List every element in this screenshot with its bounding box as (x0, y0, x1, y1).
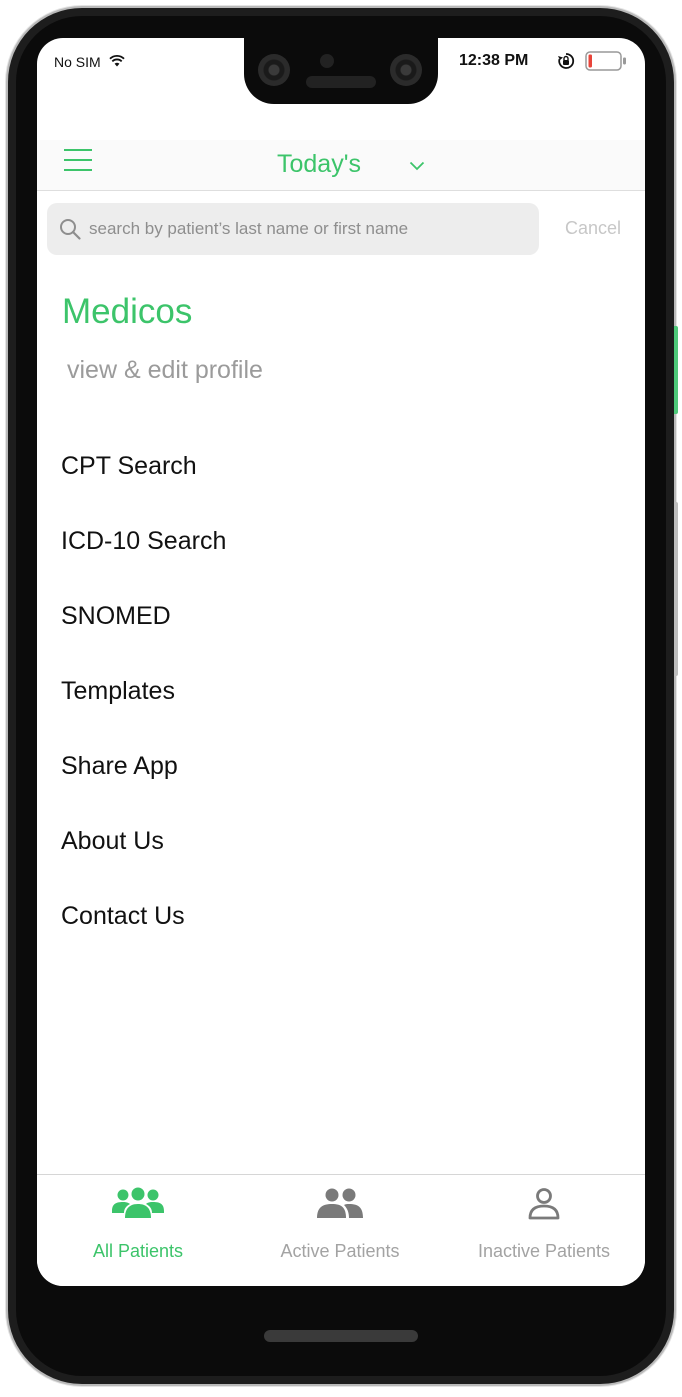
menu-item-snomed[interactable]: SNOMED (61, 602, 226, 677)
tab-all-patients[interactable]: All Patients (37, 1175, 239, 1286)
chevron-down-icon[interactable] (409, 158, 425, 176)
earpiece-speaker (306, 76, 376, 88)
side-menu-list: CPT Search ICD-10 Search SNOMED Template… (61, 452, 226, 977)
tab-inactive-patients[interactable]: Inactive Patients (443, 1175, 645, 1286)
menu-item-icd10-search[interactable]: ICD-10 Search (61, 527, 226, 602)
menu-item-share-app[interactable]: Share App (61, 752, 226, 827)
proximity-sensor (320, 54, 334, 68)
battery-icon (585, 51, 627, 76)
home-indicator (264, 1330, 418, 1342)
search-icon (59, 218, 81, 245)
wifi-icon (109, 54, 125, 72)
tab-label-active-patients: Active Patients (280, 1241, 400, 1261)
tab-active-patients[interactable]: Active Patients (239, 1175, 441, 1286)
search-bar (47, 203, 539, 255)
view-edit-profile-link[interactable]: view & edit profile (67, 356, 263, 385)
single-person-icon (527, 1187, 561, 1226)
rotation-lock-icon (557, 52, 575, 75)
power-button (674, 326, 678, 414)
date-filter-title[interactable]: Today's (277, 150, 361, 179)
search-input[interactable] (89, 203, 529, 255)
cancel-button[interactable]: Cancel (565, 218, 621, 239)
camera-notch (244, 38, 438, 104)
nav-header: Today's (37, 140, 645, 191)
group-two-people-icon (316, 1187, 364, 1226)
group-three-people-icon (111, 1187, 165, 1226)
app-screen: No SIM 12:38 PM Today's search by patien… (37, 38, 645, 1286)
tab-label-all-patients: All Patients (92, 1241, 184, 1261)
hamburger-menu-icon[interactable] (64, 147, 92, 173)
bottom-tab-bar: All Patients Active Patients Inactive Pa… (37, 1174, 645, 1286)
front-camera (258, 54, 290, 86)
volume-button (674, 502, 678, 676)
front-camera-secondary (390, 54, 422, 86)
tab-label-inactive-patients: Inactive Patients (477, 1241, 611, 1261)
clock: 12:38 PM (459, 52, 529, 69)
profile-name[interactable]: Medicos (62, 292, 192, 332)
menu-item-about-us[interactable]: About Us (61, 827, 226, 902)
carrier-label: No SIM (54, 54, 101, 70)
menu-item-contact-us[interactable]: Contact Us (61, 902, 226, 977)
menu-item-cpt-search[interactable]: CPT Search (61, 452, 226, 527)
menu-item-templates[interactable]: Templates (61, 677, 226, 752)
